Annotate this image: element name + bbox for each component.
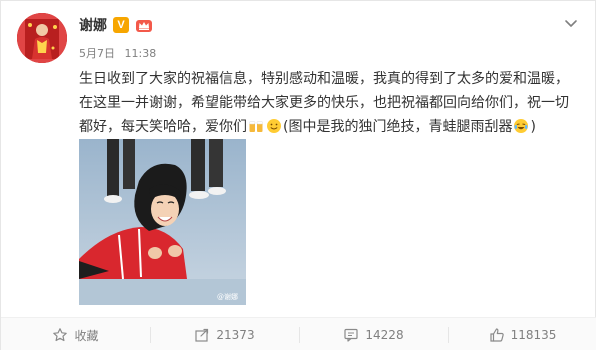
post-text-segment: ): [530, 119, 536, 135]
share-icon: [195, 328, 209, 342]
post-text-segment: (图中是我的独门绝技，青蛙腿雨刮器: [283, 119, 513, 135]
author-row: 谢娜 V: [79, 15, 153, 35]
like-count: 118135: [510, 328, 557, 342]
post-date[interactable]: 5月7日: [79, 47, 115, 60]
comment-button[interactable]: 14228: [299, 318, 448, 350]
repost-button[interactable]: 21373: [150, 318, 299, 350]
crown-member-icon[interactable]: [135, 17, 153, 33]
post-text-line: 生日收到了大家的祝福信息，特别感动和温暖，我真的得到了太多的爱和温暖，: [79, 71, 569, 87]
star-icon: [53, 328, 68, 342]
avatar-icon: [17, 13, 67, 63]
post-meta: 5月7日 11:38: [79, 45, 156, 61]
verified-icon[interactable]: V: [113, 17, 129, 33]
beer-cheers-icon: [249, 121, 263, 132]
comment-count: 14228: [365, 328, 404, 342]
repost-count: 21373: [216, 328, 255, 342]
comment-icon: [344, 328, 359, 342]
like-icon: [489, 328, 504, 342]
post-time: 11:38: [124, 47, 157, 60]
author-name[interactable]: 谢娜: [79, 15, 107, 35]
avatar[interactable]: [17, 13, 67, 63]
post-text-segment: 都好，每天笑哈哈，爱你们: [79, 119, 247, 135]
action-bar: 收藏 21373 14228 118135: [1, 317, 596, 350]
chevron-down-icon[interactable]: [563, 15, 579, 31]
favorite-button[interactable]: 收藏: [1, 318, 150, 350]
smile-icon: [267, 119, 281, 133]
verified-mark: V: [117, 19, 125, 31]
favorite-label: 收藏: [74, 328, 99, 343]
like-button[interactable]: 118135: [448, 318, 596, 350]
post-text-line: 都好，每天笑哈哈，爱你们 (图中是我的独门绝技，青蛙腿雨刮器 ): [79, 115, 575, 139]
photo-image: @谢娜: [79, 139, 246, 305]
photo-watermark: @谢娜: [217, 292, 238, 301]
post-photo[interactable]: @谢娜: [79, 139, 246, 305]
weibo-post-card: 谢娜 V 5月7日 11:38 生日收到了大家的祝福信息，特别感动和温暖，我真的…: [0, 0, 596, 350]
laugh-cry-icon: [514, 119, 529, 133]
post-text-line: 在这里一并谢谢，希望能带给大家更多的快乐，也把祝福都回向给你们，祝一切: [79, 95, 569, 111]
post-text: 生日收到了大家的祝福信息，特别感动和温暖，我真的得到了太多的爱和温暖， 在这里一…: [79, 67, 575, 139]
